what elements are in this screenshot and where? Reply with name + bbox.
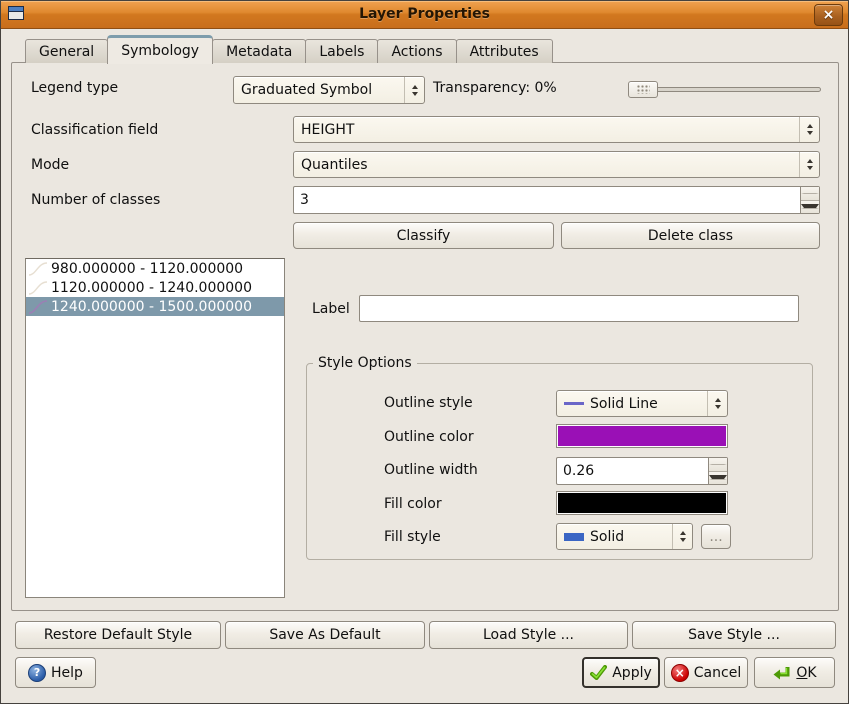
number-of-classes-spinbox[interactable]: 3 (293, 186, 820, 214)
transparency-slider-handle[interactable] (628, 81, 658, 98)
line-symbol-icon (28, 299, 48, 315)
classification-field-label: Classification field (31, 122, 158, 138)
class-list[interactable]: 980.000000 - 1120.000000 1120.000000 - 1… (25, 258, 285, 598)
close-button[interactable]: × (814, 4, 843, 26)
class-list-item[interactable]: 1120.000000 - 1240.000000 (26, 278, 284, 297)
label-field-label: Label (312, 301, 350, 317)
outline-color-label: Outline color (384, 429, 474, 445)
class-range-label: 980.000000 - 1120.000000 (51, 261, 243, 277)
legend-type-label: Legend type (31, 80, 118, 96)
layer-properties-dialog: Layer Properties × General Symbology Met… (0, 0, 849, 704)
outline-style-label: Outline style (384, 395, 473, 411)
outline-color-swatch[interactable] (556, 424, 728, 448)
fill-style-combo[interactable]: Solid (556, 523, 693, 550)
restore-default-style-button[interactable]: Restore Default Style (15, 621, 221, 649)
solid-fill-icon (564, 533, 584, 541)
window-title: Layer Properties (1, 6, 848, 22)
outline-width-spinbox[interactable]: 0.26 (556, 457, 728, 485)
mode-label: Mode (31, 157, 69, 173)
cancel-icon: × (671, 664, 689, 682)
ok-button[interactable]: OK (754, 657, 835, 688)
tab-symbology[interactable]: Symbology (107, 35, 213, 64)
help-button[interactable]: ? Help (15, 657, 96, 688)
tab-metadata[interactable]: Metadata (212, 39, 306, 63)
save-as-default-button[interactable]: Save As Default (225, 621, 425, 649)
classification-field-combo[interactable]: HEIGHT (293, 116, 820, 143)
window-titlebar[interactable]: Layer Properties × (1, 1, 848, 29)
mode-combo[interactable]: Quantiles (293, 151, 820, 178)
class-list-item[interactable]: 980.000000 - 1120.000000 (26, 259, 284, 278)
style-options-title: Style Options (313, 355, 417, 371)
spin-up-button[interactable] (709, 458, 727, 472)
label-input[interactable] (359, 295, 799, 322)
more-styles-button[interactable]: ... (701, 524, 731, 549)
class-range-label: 1120.000000 - 1240.000000 (51, 280, 252, 296)
tab-general[interactable]: General (25, 39, 108, 63)
line-symbol-icon (28, 280, 48, 296)
grip-icon (637, 85, 650, 94)
class-range-label: 1240.000000 - 1500.000000 (51, 299, 252, 315)
tab-actions[interactable]: Actions (377, 39, 456, 63)
outline-width-label: Outline width (384, 462, 478, 478)
spin-up-button[interactable] (801, 187, 819, 201)
delete-class-button[interactable]: Delete class (561, 222, 820, 249)
class-list-item-selected[interactable]: 1240.000000 - 1500.000000 (26, 297, 284, 316)
help-icon: ? (28, 664, 46, 682)
fill-style-label: Fill style (384, 529, 441, 545)
number-of-classes-label: Number of classes (31, 192, 160, 208)
tab-labels[interactable]: Labels (305, 39, 378, 63)
line-symbol-icon (28, 261, 48, 277)
outline-style-combo[interactable]: Solid Line (556, 390, 728, 417)
enter-arrow-icon (772, 665, 791, 681)
cancel-button[interactable]: × Cancel (664, 657, 748, 688)
close-icon: × (823, 8, 835, 22)
tab-bar: General Symbology Metadata Labels Action… (26, 34, 553, 63)
legend-type-combo[interactable]: Graduated Symbol (233, 76, 425, 104)
chevron-updown-icon (799, 152, 819, 177)
chevron-updown-icon (404, 77, 424, 103)
spin-down-button[interactable] (709, 472, 727, 485)
check-icon (590, 665, 607, 680)
apply-button[interactable]: Apply (582, 657, 660, 688)
chevron-updown-icon (799, 117, 819, 142)
tab-attributes[interactable]: Attributes (456, 39, 553, 63)
save-style-button[interactable]: Save Style ... (632, 621, 836, 649)
load-style-button[interactable]: Load Style ... (429, 621, 628, 649)
solid-line-icon (564, 402, 584, 405)
fill-color-label: Fill color (384, 496, 442, 512)
chevron-updown-icon (672, 524, 692, 549)
classify-button[interactable]: Classify (293, 222, 554, 249)
chevron-updown-icon (707, 391, 727, 416)
transparency-label: Transparency: 0% (433, 80, 557, 96)
spin-down-button[interactable] (801, 201, 819, 214)
fill-color-swatch[interactable] (556, 491, 728, 515)
